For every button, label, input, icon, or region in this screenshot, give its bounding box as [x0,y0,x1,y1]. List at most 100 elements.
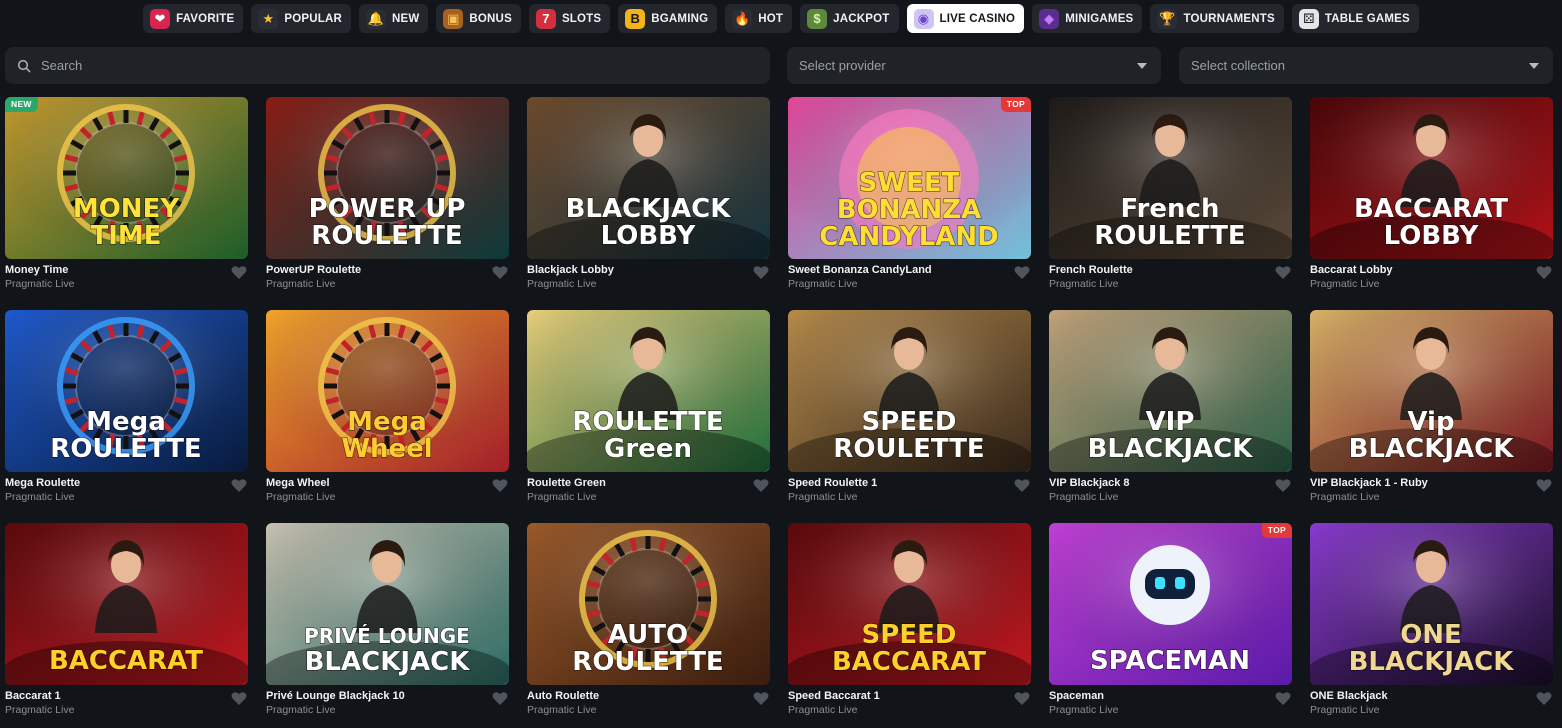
game-title[interactable]: ONE Blackjack [1310,690,1553,703]
game-art-title: VIP [1146,407,1195,437]
game-title[interactable]: French Roulette [1049,264,1292,277]
game-thumbnail[interactable]: MONEY TIME NEW [5,97,248,259]
game-card[interactable]: VIP BLACKJACK VIP Blackjack 8 Pragmatic Liv… [1049,310,1292,503]
favorite-heart-icon[interactable] [1275,691,1291,706]
game-title[interactable]: PowerUP Roulette [266,264,509,277]
game-title[interactable]: VIP Blackjack 1 - Ruby [1310,477,1553,490]
game-thumbnail[interactable]: SPEED BACCARAT [788,523,1031,685]
search-box[interactable] [5,47,770,84]
category-tab-slots[interactable]: 7 SLOTS [528,4,611,33]
game-thumbnail[interactable]: VIP BLACKJACK [1049,310,1292,472]
game-thumbnail[interactable]: Mega ROULETTE [5,310,248,472]
favorite-heart-icon[interactable] [231,265,247,280]
game-title[interactable]: VIP Blackjack 8 [1049,477,1292,490]
game-title[interactable]: Auto Roulette [527,690,770,703]
game-thumbnail[interactable]: POWER UP ROULETTE [266,97,509,259]
game-art-title: BACCARAT [1354,194,1508,224]
game-art-title: BACCARAT [49,646,203,676]
game-provider: Pragmatic Live [1310,491,1380,503]
game-meta: Speed Baccarat 1 Pragmatic Live [788,690,1031,718]
game-thumbnail[interactable]: Mega Wheel [266,310,509,472]
game-title[interactable]: Money Time [5,264,248,277]
favorite-heart-icon[interactable] [492,691,508,706]
favorite-heart-icon[interactable] [231,478,247,493]
game-thumbnail[interactable]: PRIVÉ LOUNGE BLACKJACK [266,523,509,685]
new-badge: NEW [5,97,38,112]
favorite-heart-icon[interactable] [753,265,769,280]
category-tab-favorite[interactable]: ❤ FAVORITE [143,4,244,33]
game-card[interactable]: BACCARAT LOBBY Baccarat Lobby Pragmatic Liv… [1310,97,1553,290]
favorite-heart-icon[interactable] [231,691,247,706]
category-tab-minigames[interactable]: ◆ MINIGAMES [1032,4,1143,33]
game-card[interactable]: SPACEMAN TOP Spaceman Pragmatic Live [1049,523,1292,716]
category-tab-jackpot[interactable]: $ JACKPOT [800,4,899,33]
game-card[interactable]: POWER UP ROULETTE PowerUP Roulette Pragmati… [266,97,509,290]
game-title[interactable]: Spaceman [1049,690,1292,703]
game-title[interactable]: Baccarat 1 [5,690,248,703]
favorite-heart-icon[interactable] [492,265,508,280]
game-title[interactable]: Roulette Green [527,477,770,490]
favorite-heart-icon[interactable] [1536,478,1552,493]
game-title[interactable]: Mega Roulette [5,477,248,490]
game-meta: Blackjack Lobby Pragmatic Live [527,264,770,292]
game-card[interactable]: SWEET BONANZA CANDYLAND TOP Sweet Bonanza Ca… [788,97,1031,290]
game-card[interactable]: ONE BLACKJACK ONE Blackjack Pragmatic Live [1310,523,1553,716]
game-thumbnail[interactable]: SPACEMAN TOP [1049,523,1292,685]
game-title[interactable]: Sweet Bonanza CandyLand [788,264,1031,277]
game-title[interactable]: Baccarat Lobby [1310,264,1553,277]
game-title[interactable]: Speed Roulette 1 [788,477,1031,490]
game-card[interactable]: Mega ROULETTE Mega Roulette Pragmatic Live [5,310,248,503]
game-card[interactable]: ROULETTE Green Roulette Green Pragmatic Liv… [527,310,770,503]
category-tab-tournaments[interactable]: 🏆 TOURNAMENTS [1150,4,1284,33]
game-thumbnail[interactable]: ROULETTE Green [527,310,770,472]
game-card[interactable]: SPEED ROULETTE Speed Roulette 1 Pragmatic L… [788,310,1031,503]
game-card[interactable]: AUTO ROULETTE Auto Roulette Pragmatic Live [527,523,770,716]
favorite-heart-icon[interactable] [1536,691,1552,706]
game-thumbnail[interactable]: SWEET BONANZA CANDYLAND TOP [788,97,1031,259]
game-thumbnail[interactable]: AUTO ROULETTE [527,523,770,685]
game-title[interactable]: Speed Baccarat 1 [788,690,1031,703]
favorite-heart-icon[interactable] [1275,265,1291,280]
game-card[interactable]: BACCARAT Baccarat 1 Pragmatic Live [5,523,248,716]
category-tab-new[interactable]: 🔔 NEW [358,4,429,33]
game-card[interactable]: Mega Wheel Mega Wheel Pragmatic Live [266,310,509,503]
category-tab-hot[interactable]: 🔥 HOT [725,4,793,33]
game-title[interactable]: Mega Wheel [266,477,509,490]
game-thumbnail[interactable]: BLACKJACK LOBBY [527,97,770,259]
favorite-heart-icon[interactable] [1014,691,1030,706]
game-card[interactable]: BLACKJACK LOBBY Blackjack Lobby Pragmatic L… [527,97,770,290]
game-card[interactable]: PRIVÉ LOUNGE BLACKJACK Privé Lounge Blackj… [266,523,509,716]
favorite-heart-icon[interactable] [1536,265,1552,280]
game-thumbnail[interactable]: BACCARAT LOBBY [1310,97,1553,259]
favorite-heart-icon[interactable] [753,478,769,493]
category-tab-table-games[interactable]: ⚄ TABLE GAMES [1291,4,1419,33]
category-tab-live-casino[interactable]: ◉ LIVE CASINO [906,4,1025,33]
game-thumbnail[interactable]: BACCARAT [5,523,248,685]
favorite-heart-icon[interactable] [1014,265,1030,280]
favorite-heart-icon[interactable] [492,478,508,493]
game-card[interactable]: SPEED BACCARAT Speed Baccarat 1 Pragmatic L… [788,523,1031,716]
search-input[interactable] [41,58,741,73]
game-card[interactable]: MONEY TIME NEW Money Time Pragmatic Live [5,97,248,290]
slot-machine-icon: 7 [535,8,556,29]
category-tab-label: SLOTS [561,12,602,25]
favorite-heart-icon[interactable] [753,691,769,706]
provider-select[interactable]: Select provider [787,47,1161,84]
game-title[interactable]: Privé Lounge Blackjack 10 [266,690,509,703]
game-thumbnail[interactable]: SPEED ROULETTE [788,310,1031,472]
game-thumbnail[interactable]: ONE BLACKJACK [1310,523,1553,685]
category-tab-bonus[interactable]: ▣ BONUS [436,4,521,33]
live-dealer-icon: ◉ [913,8,934,29]
favorite-heart-icon[interactable] [1275,478,1291,493]
game-art-title: BACCARAT [832,647,986,677]
favorite-heart-icon[interactable] [1014,478,1030,493]
game-card[interactable]: Vip BLACKJACK VIP Blackjack 1 - Ruby Pragma… [1310,310,1553,503]
game-thumbnail[interactable]: French ROULETTE [1049,97,1292,259]
game-card[interactable]: French ROULETTE French Roulette Pragmatic L… [1049,97,1292,290]
category-tab-bgaming[interactable]: B BGAMING [618,4,718,33]
category-tab-popular[interactable]: ★ POPULAR [251,4,351,33]
game-title[interactable]: Blackjack Lobby [527,264,770,277]
top-badge: TOP [1261,523,1292,538]
collection-select[interactable]: Select collection [1179,47,1553,84]
game-thumbnail[interactable]: Vip BLACKJACK [1310,310,1553,472]
